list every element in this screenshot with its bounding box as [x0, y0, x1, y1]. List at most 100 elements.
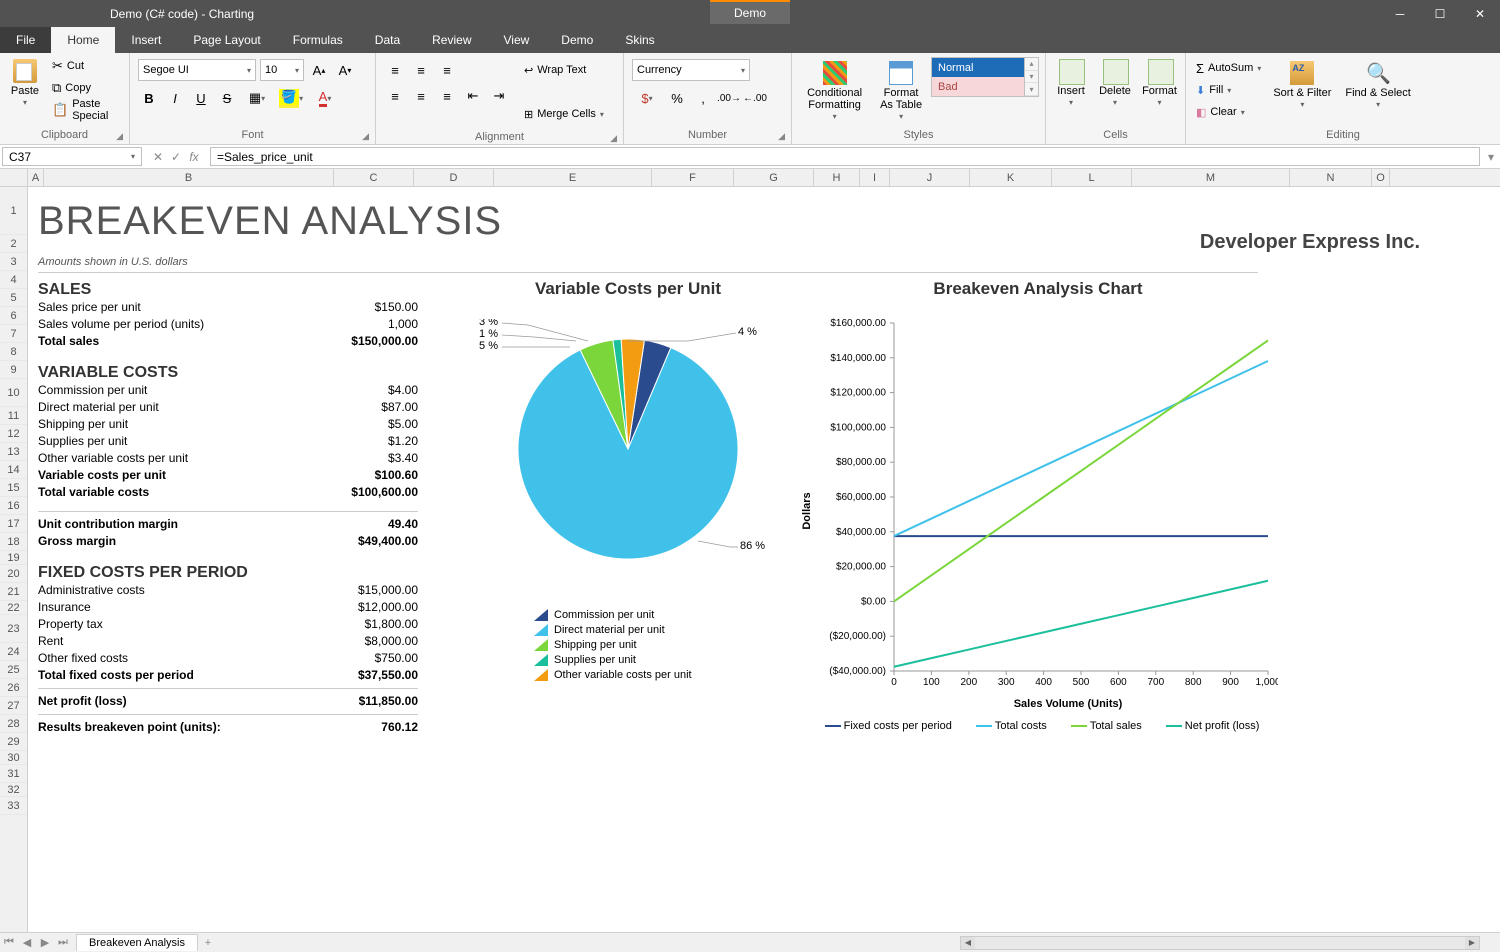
row-header-15[interactable]: 15	[0, 479, 27, 497]
row-header-27[interactable]: 27	[0, 697, 27, 715]
percent-button[interactable]: %	[666, 87, 688, 109]
row-header-3[interactable]: 3	[0, 253, 27, 271]
expand-formula-bar[interactable]: ▾	[1482, 145, 1500, 168]
align-left-button[interactable]: ≡	[384, 85, 406, 107]
decrease-decimal-button[interactable]: ←.00	[744, 87, 766, 109]
tab-demo[interactable]: Demo	[545, 27, 609, 53]
cancel-formula-button[interactable]: ✕	[150, 150, 166, 164]
gallery-down[interactable]: ▾	[1025, 71, 1038, 84]
formula-input[interactable]: =Sales_price_unit	[210, 147, 1480, 166]
decrease-indent-button[interactable]: ⇤	[462, 85, 484, 107]
row-header-7[interactable]: 7	[0, 325, 27, 343]
style-bad[interactable]: Bad	[932, 77, 1024, 96]
row-header-17[interactable]: 17	[0, 515, 27, 533]
shrink-font-button[interactable]: A▾	[334, 59, 356, 81]
row-header-2[interactable]: 2	[0, 235, 27, 253]
cut-button[interactable]: ✂Cut	[48, 55, 125, 77]
align-right-button[interactable]: ≡	[436, 85, 458, 107]
conditional-formatting-button[interactable]: Conditional Formatting▾	[798, 57, 871, 125]
format-cells-button[interactable]: Format▾	[1138, 55, 1181, 111]
col-header-C[interactable]: C	[334, 169, 414, 186]
row-header-29[interactable]: 29	[0, 733, 27, 751]
font-launcher[interactable]: ◢	[362, 131, 369, 142]
row-header-28[interactable]: 28	[0, 715, 27, 733]
font-name-select[interactable]: Segoe UI▾	[138, 59, 256, 81]
alignment-launcher[interactable]: ◢	[610, 133, 617, 144]
sheet-tab-active[interactable]: Breakeven Analysis	[76, 934, 198, 951]
row-header-23[interactable]: 23	[0, 615, 27, 643]
align-center-button[interactable]: ≡	[410, 85, 432, 107]
add-sheet-button[interactable]: +	[198, 937, 218, 949]
strike-button[interactable]: S	[216, 87, 238, 109]
number-format-select[interactable]: Currency▾	[632, 59, 750, 81]
row-header-18[interactable]: 18	[0, 533, 27, 551]
col-header-E[interactable]: E	[494, 169, 652, 186]
fill-button[interactable]: ⬇Fill▾	[1192, 79, 1265, 101]
wrap-text-button[interactable]: ↩Wrap Text	[520, 59, 608, 81]
col-header-G[interactable]: G	[734, 169, 814, 186]
select-all-corner[interactable]	[0, 169, 28, 186]
fx-button[interactable]: fx	[186, 150, 202, 164]
copy-button[interactable]: ⧉Copy	[48, 77, 125, 99]
row-header-13[interactable]: 13	[0, 443, 27, 461]
tab-nav-first[interactable]: ⏮	[0, 936, 18, 949]
tab-review[interactable]: Review	[416, 27, 487, 53]
font-color-button[interactable]: A▾	[310, 87, 340, 109]
underline-button[interactable]: U	[190, 87, 212, 109]
paste-button[interactable]: Paste ▾	[4, 55, 46, 111]
col-header-M[interactable]: M	[1132, 169, 1290, 186]
col-header-O[interactable]: O	[1372, 169, 1390, 186]
autosum-button[interactable]: ΣAutoSum▾	[1192, 57, 1265, 79]
tab-nav-next[interactable]: ▶	[36, 936, 54, 949]
paste-special-button[interactable]: 📋Paste Special	[48, 99, 125, 121]
col-header-J[interactable]: J	[890, 169, 970, 186]
col-header-A[interactable]: A	[28, 169, 44, 186]
cell-styles-gallery[interactable]: Normal Bad	[931, 57, 1025, 97]
row-header-22[interactable]: 22	[0, 601, 27, 615]
tab-view[interactable]: View	[488, 27, 546, 53]
quick-access-tab[interactable]: Demo	[710, 0, 790, 24]
tab-skins[interactable]: Skins	[609, 27, 670, 53]
sort-filter-button[interactable]: Sort & Filter▾	[1267, 57, 1337, 113]
row-header-24[interactable]: 24	[0, 643, 27, 661]
row-header-21[interactable]: 21	[0, 583, 27, 601]
row-header-26[interactable]: 26	[0, 679, 27, 697]
tab-data[interactable]: Data	[359, 27, 416, 53]
row-header-4[interactable]: 4	[0, 271, 27, 289]
maximize-button[interactable]: ☐	[1420, 0, 1460, 27]
clear-button[interactable]: ◧Clear▾	[1192, 101, 1265, 123]
font-size-select[interactable]: 10▾	[260, 59, 304, 81]
row-header-8[interactable]: 8	[0, 343, 27, 361]
borders-button[interactable]: ▦▾	[242, 87, 272, 109]
sheet-grid[interactable]: BREAKEVEN ANALYSIS Developer Express Inc…	[28, 187, 1500, 936]
italic-button[interactable]: I	[164, 87, 186, 109]
row-header-25[interactable]: 25	[0, 661, 27, 679]
row-header-19[interactable]: 19	[0, 551, 27, 565]
row-header-5[interactable]: 5	[0, 289, 27, 307]
gallery-more[interactable]: ▾	[1025, 83, 1038, 96]
enter-formula-button[interactable]: ✓	[168, 150, 184, 164]
tab-insert[interactable]: Insert	[115, 27, 177, 53]
row-header-12[interactable]: 12	[0, 425, 27, 443]
col-header-D[interactable]: D	[414, 169, 494, 186]
gallery-up[interactable]: ▴	[1025, 58, 1038, 71]
currency-button[interactable]: $▾	[632, 87, 662, 109]
row-header-31[interactable]: 31	[0, 765, 27, 783]
bold-button[interactable]: B	[138, 87, 160, 109]
align-middle-button[interactable]: ≡	[410, 59, 432, 81]
tab-nav-last[interactable]: ⏭	[54, 936, 72, 949]
col-header-L[interactable]: L	[1052, 169, 1132, 186]
style-normal[interactable]: Normal	[932, 58, 1024, 77]
increase-decimal-button[interactable]: .00→	[718, 87, 740, 109]
delete-cells-button[interactable]: Delete▾	[1094, 55, 1136, 111]
tab-file[interactable]: File	[0, 27, 51, 53]
row-header-20[interactable]: 20	[0, 565, 27, 583]
tab-home[interactable]: Home	[51, 27, 115, 53]
tab-formulas[interactable]: Formulas	[277, 27, 359, 53]
col-header-N[interactable]: N	[1290, 169, 1372, 186]
row-header-32[interactable]: 32	[0, 783, 27, 797]
col-header-B[interactable]: B	[44, 169, 334, 186]
grow-font-button[interactable]: A▴	[308, 59, 330, 81]
row-header-10[interactable]: 10	[0, 379, 27, 407]
col-header-H[interactable]: H	[814, 169, 860, 186]
